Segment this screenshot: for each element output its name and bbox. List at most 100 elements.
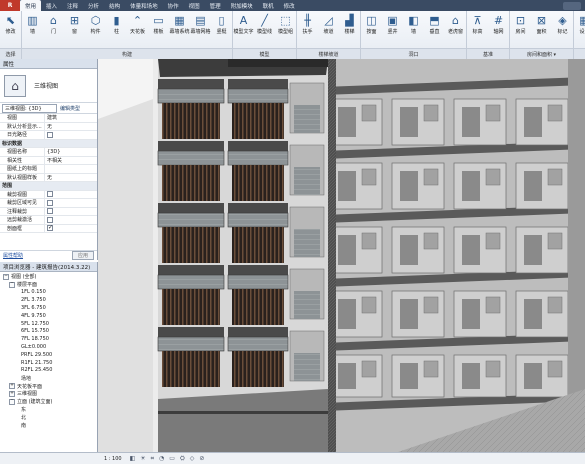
ribbon-tool-button[interactable]: ╱ 模型线	[254, 11, 275, 47]
browser-tree-item[interactable]: 北	[0, 413, 97, 421]
ribbon-tab[interactable]: 插入	[41, 0, 62, 11]
browser-tree-item[interactable]: 东	[0, 406, 97, 414]
property-value[interactable]	[44, 190, 97, 198]
view-control-icon[interactable]: ▭	[169, 455, 175, 463]
ribbon-tool-button[interactable]: ⌃ 天花板	[127, 11, 148, 47]
ribbon-tool-button[interactable]: A 模型文字	[233, 11, 254, 47]
type-selector[interactable]: ⌂ 三维视图	[0, 69, 97, 103]
view-control-icon[interactable]: ☀	[140, 455, 145, 463]
ribbon-tool-button[interactable]: ╫ 扶手	[297, 11, 318, 47]
ribbon-tab[interactable]: 注释	[62, 0, 83, 11]
ribbon-tool-button[interactable]: ◧ 墙	[403, 11, 424, 47]
expand-icon[interactable]: +	[9, 390, 15, 397]
ribbon-tool-button[interactable]: ▤ 幕墙网格	[190, 11, 211, 47]
ribbon-tool-button[interactable]: ⬚ 模型组	[275, 11, 296, 47]
browser-tree-item[interactable]: − 视图 (全部)	[0, 273, 97, 281]
apply-button[interactable]: 应用	[71, 251, 94, 260]
3d-view-canvas[interactable]	[98, 59, 585, 452]
ribbon-tab[interactable]: 分析	[83, 0, 104, 11]
view-instance-dropdown[interactable]: 三维视图: {3D}	[2, 103, 57, 113]
ribbon-tab[interactable]: 附加模块	[226, 0, 258, 11]
property-value[interactable]	[44, 131, 97, 139]
property-value[interactable]	[44, 224, 97, 232]
ribbon-tab[interactable]: 修改	[279, 0, 300, 11]
property-checkbox[interactable]	[47, 208, 53, 215]
property-value[interactable]: 无	[44, 122, 97, 130]
ribbon-tab[interactable]: 管理	[205, 0, 226, 11]
view-control-icon[interactable]: ◧	[130, 455, 136, 463]
browser-tree-item[interactable]: − 立面 (建筑立面)	[0, 398, 97, 406]
ribbon-tab[interactable]: 协作	[163, 0, 184, 11]
browser-tree-item[interactable]: R2FL 25.450	[0, 367, 97, 375]
browser-tree-item[interactable]: − 楼层平面	[0, 281, 97, 289]
ribbon-tool-button[interactable]: ▮ 柱	[106, 11, 127, 47]
expand-icon[interactable]: +	[9, 383, 15, 390]
ribbon-tool-button[interactable]: ▦ 设置	[574, 11, 585, 47]
collapse-icon[interactable]: −	[9, 281, 15, 288]
property-value[interactable]: 建筑	[44, 114, 97, 122]
ribbon-tab[interactable]: 常用	[20, 0, 42, 11]
collapse-icon[interactable]: −	[3, 273, 9, 280]
collapse-icon[interactable]: −	[9, 398, 15, 405]
ribbon-tool-button[interactable]: ▭ 楼板	[148, 11, 169, 47]
property-value[interactable]: 无	[44, 173, 97, 181]
browser-tree-item[interactable]: 6FL 15.750	[0, 328, 97, 336]
property-value[interactable]	[44, 199, 97, 207]
view-control-icon[interactable]: ⛭	[180, 455, 185, 463]
ribbon-tool-button[interactable]: ⌂ 老虎窗	[445, 11, 466, 47]
ribbon-tool-button[interactable]: ▟ 楼梯	[339, 11, 360, 47]
ribbon-tool-button[interactable]: ⊞ 窗	[64, 11, 85, 47]
browser-tree-item[interactable]: R1FL 21.750	[0, 359, 97, 367]
edit-type-button[interactable]: 编辑类型	[60, 105, 80, 112]
ribbon-minimize-toggle[interactable]	[563, 1, 581, 10]
ribbon-tool-button[interactable]: ◿ 坡道	[318, 11, 339, 47]
property-value[interactable]	[44, 165, 97, 173]
browser-tree-item[interactable]: 2FL 3.750	[0, 296, 97, 304]
properties-help-link[interactable]: 属性帮助	[3, 252, 23, 259]
ribbon-tool-button[interactable]: ⬡ 构件	[85, 11, 106, 47]
ribbon-tab[interactable]: 联机	[258, 0, 279, 11]
ribbon-tool-button[interactable]: ⊠ 面积	[531, 11, 552, 47]
ribbon-tool-button[interactable]: # 轴网	[488, 11, 509, 47]
browser-tree-item[interactable]: 场地	[0, 374, 97, 382]
property-value[interactable]	[44, 207, 97, 215]
browser-tree-item[interactable]: 7FL 18.750	[0, 335, 97, 343]
ribbon-tab[interactable]: 视图	[184, 0, 205, 11]
browser-tree-item[interactable]: PRFL 29.500	[0, 351, 97, 359]
view-scale[interactable]: 1 : 100	[104, 456, 122, 462]
ribbon-tool-button[interactable]: ▣ 竖井	[382, 11, 403, 47]
application-menu-button[interactable]: R	[0, 0, 20, 11]
ribbon-tool-button[interactable]: ⊼ 标高	[467, 11, 488, 47]
ribbon-tab[interactable]: 结构	[104, 0, 125, 11]
browser-tree-item[interactable]: 4FL 9.750	[0, 312, 97, 320]
ribbon-tool-button[interactable]: ◈ 标记	[552, 11, 573, 47]
ribbon-tool-button[interactable]: ⬒ 垂直	[424, 11, 445, 47]
property-checkbox[interactable]	[47, 225, 53, 232]
browser-tree-item[interactable]: + 三维视图	[0, 390, 97, 398]
ribbon-tool-button[interactable]: ▦ 幕墙系统	[169, 11, 190, 47]
view-control-icon[interactable]: ⊘	[199, 455, 204, 463]
property-value[interactable]: 不相关	[44, 156, 97, 164]
view-control-icon[interactable]: ⌗	[151, 455, 154, 463]
property-checkbox[interactable]	[47, 216, 53, 223]
browser-tree-item[interactable]: 5FL 12.750	[0, 320, 97, 328]
view-control-icon[interactable]: ◇	[190, 455, 195, 463]
browser-tree-item[interactable]: + 天花板平面	[0, 382, 97, 390]
property-value[interactable]: {3D}	[44, 148, 97, 156]
ribbon-tool-button[interactable]: ◫ 按面	[361, 11, 382, 47]
ribbon-tool-button[interactable]: ⌂ 门	[43, 11, 64, 47]
browser-tree-item[interactable]: 3FL 6.750	[0, 304, 97, 312]
ribbon-tool-button[interactable]: ▯ 竖梃	[211, 11, 232, 47]
ribbon-tab[interactable]: 体量和场地	[125, 0, 163, 11]
property-checkbox[interactable]	[47, 131, 53, 138]
property-checkbox[interactable]	[47, 199, 53, 206]
property-value[interactable]	[44, 216, 97, 224]
browser-tree-item[interactable]: 南	[0, 421, 97, 429]
ribbon-tool-button[interactable]: ▥ 墙	[22, 11, 43, 47]
ribbon-tool-button[interactable]: ⊡ 房间	[510, 11, 531, 47]
view-control-icon[interactable]: ◔	[159, 455, 164, 463]
property-checkbox[interactable]	[47, 191, 53, 198]
browser-tree-item[interactable]: 1FL 0.150	[0, 289, 97, 297]
browser-tree-item[interactable]: GL±0.000	[0, 343, 97, 351]
ribbon-tool-button[interactable]: ⬉ 修改	[0, 11, 21, 47]
